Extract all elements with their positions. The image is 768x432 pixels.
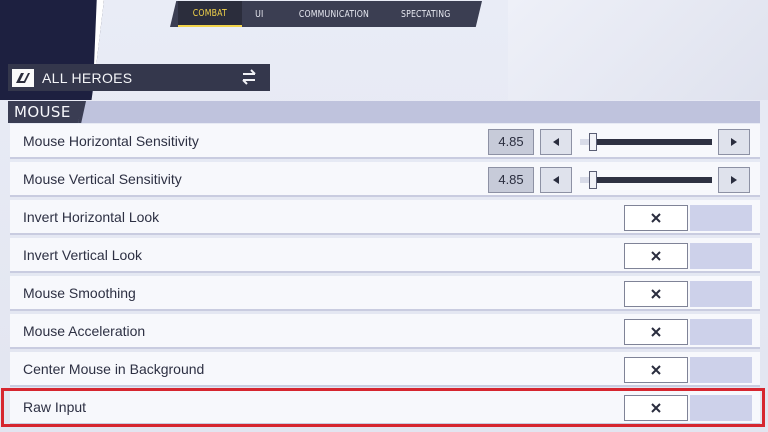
setting-label: Mouse Vertical Sensitivity <box>23 171 182 187</box>
setting-row-mouse-smoothing: Mouse Smoothing <box>10 276 760 311</box>
sensitivity-value[interactable]: 4.85 <box>488 129 534 155</box>
hero-selector[interactable]: ALL HEROES <box>8 64 270 91</box>
toggle-off-button[interactable] <box>624 357 688 383</box>
section-title: MOUSE <box>8 101 84 123</box>
setting-row-horizontal-sensitivity: Mouse Horizontal Sensitivity 4.85 <box>10 124 760 159</box>
toggle-on-button[interactable] <box>690 357 752 383</box>
toggle-on-button[interactable] <box>690 319 752 345</box>
setting-label: Invert Horizontal Look <box>23 209 160 225</box>
tab-ui[interactable]: UI <box>246 1 272 27</box>
setting-label: Center Mouse in Background <box>23 361 205 377</box>
x-icon <box>651 327 661 337</box>
header-background <box>508 0 768 100</box>
tab-combat-label: COMBAT <box>192 7 228 19</box>
setting-row-invert-horizontal: Invert Horizontal Look <box>10 200 760 235</box>
setting-label: Mouse Acceleration <box>23 323 146 339</box>
tab-spectating-label: SPECTATING <box>401 8 451 20</box>
x-icon <box>651 213 661 223</box>
arrow-right-icon <box>731 176 737 184</box>
setting-label: Mouse Smoothing <box>23 285 136 301</box>
hero-selector-label: ALL HEROES <box>42 69 133 86</box>
arrow-left-icon <box>553 138 559 146</box>
slider-thumb[interactable] <box>589 133 598 151</box>
toggle-off-button[interactable] <box>624 319 688 345</box>
decrease-button[interactable] <box>540 167 572 193</box>
toggle-off-button[interactable] <box>624 243 688 269</box>
setting-row-mouse-acceleration: Mouse Acceleration <box>10 314 760 349</box>
x-icon <box>651 365 661 375</box>
decrease-button[interactable] <box>540 129 572 155</box>
setting-row-center-mouse: Center Mouse in Background <box>10 352 760 387</box>
toggle-off-button[interactable] <box>624 281 688 307</box>
game-logo-icon <box>12 68 34 87</box>
toggle-on-button[interactable] <box>690 281 752 307</box>
settings-tabs: COMBAT UI COMMUNICATION SPECTATING <box>170 1 482 27</box>
tab-communication-label: COMMUNICATION <box>298 8 370 20</box>
x-icon <box>651 289 661 299</box>
sensitivity-slider[interactable] <box>580 177 712 183</box>
arrow-left-icon <box>553 176 559 184</box>
toggle-on-button[interactable] <box>690 205 752 231</box>
slider-thumb[interactable] <box>589 171 598 189</box>
setting-label: Mouse Horizontal Sensitivity <box>23 133 199 149</box>
tab-combat[interactable]: COMBAT <box>178 1 242 27</box>
settings-list: Mouse Horizontal Sensitivity 4.85 Mouse … <box>10 124 760 428</box>
toggle-off-button[interactable] <box>624 205 688 231</box>
setting-row-invert-vertical: Invert Vertical Look <box>10 238 760 273</box>
arrow-right-icon <box>731 138 737 146</box>
setting-row-vertical-sensitivity: Mouse Vertical Sensitivity 4.85 <box>10 162 760 197</box>
tab-spectating[interactable]: SPECTATING <box>386 1 466 27</box>
tab-ui-label: UI <box>254 8 264 20</box>
tab-communication[interactable]: COMMUNICATION <box>282 1 386 27</box>
swap-arrows-icon[interactable] <box>240 69 258 85</box>
sensitivity-value[interactable]: 4.85 <box>488 167 534 193</box>
increase-button[interactable] <box>718 167 750 193</box>
toggle-on-button[interactable] <box>690 243 752 269</box>
increase-button[interactable] <box>718 129 750 155</box>
x-icon <box>651 251 661 261</box>
section-band <box>8 101 760 123</box>
sensitivity-slider[interactable] <box>580 139 712 145</box>
setting-label: Invert Vertical Look <box>23 247 143 263</box>
highlight-box <box>1 388 765 427</box>
